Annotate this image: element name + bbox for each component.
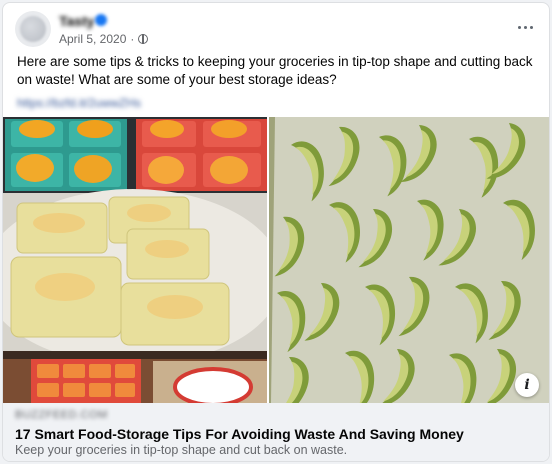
link-domain: BUZZFEED.COM	[15, 409, 108, 421]
facebook-post-card: Tasty April 5, 2020 · Here are some tips…	[2, 2, 550, 462]
post-date[interactable]: April 5, 2020	[59, 32, 126, 46]
more-options-icon	[517, 25, 521, 29]
frozen-portions-photo[interactable]	[3, 117, 267, 403]
verified-badge-icon	[95, 14, 107, 26]
meta-separator: ·	[130, 32, 135, 46]
avatar-image	[20, 16, 46, 42]
globe-icon[interactable]	[138, 34, 149, 44]
post-link[interactable]: https://bzfd.it/2uwwZHs	[17, 96, 141, 110]
link-preview[interactable]: BUZZFEED.COM 17 Smart Food-Storage Tips …	[3, 403, 549, 461]
author-name[interactable]: Tasty	[59, 13, 95, 29]
avocado-slices-photo[interactable]: i	[269, 117, 549, 403]
avocado-slices-illustration	[269, 117, 549, 403]
page-avatar[interactable]	[15, 11, 51, 47]
more-options-icon-dot	[529, 25, 533, 29]
info-icon: i	[524, 377, 530, 393]
link-title[interactable]: 17 Smart Food-Storage Tips For Avoiding …	[15, 426, 464, 442]
link-subtitle: Keep your groceries in tip-top shape and…	[15, 443, 348, 457]
info-button[interactable]: i	[515, 373, 539, 397]
post-media[interactable]: i	[3, 117, 549, 403]
post-meta: April 5, 2020 ·	[59, 32, 149, 46]
frozen-portions-illustration	[3, 117, 267, 403]
more-options-button[interactable]	[515, 17, 535, 37]
more-options-icon-dot	[523, 25, 527, 29]
post-text: Here are some tips & tricks to keeping y…	[17, 54, 533, 87]
post-header: Tasty April 5, 2020 ·	[3, 3, 549, 53]
